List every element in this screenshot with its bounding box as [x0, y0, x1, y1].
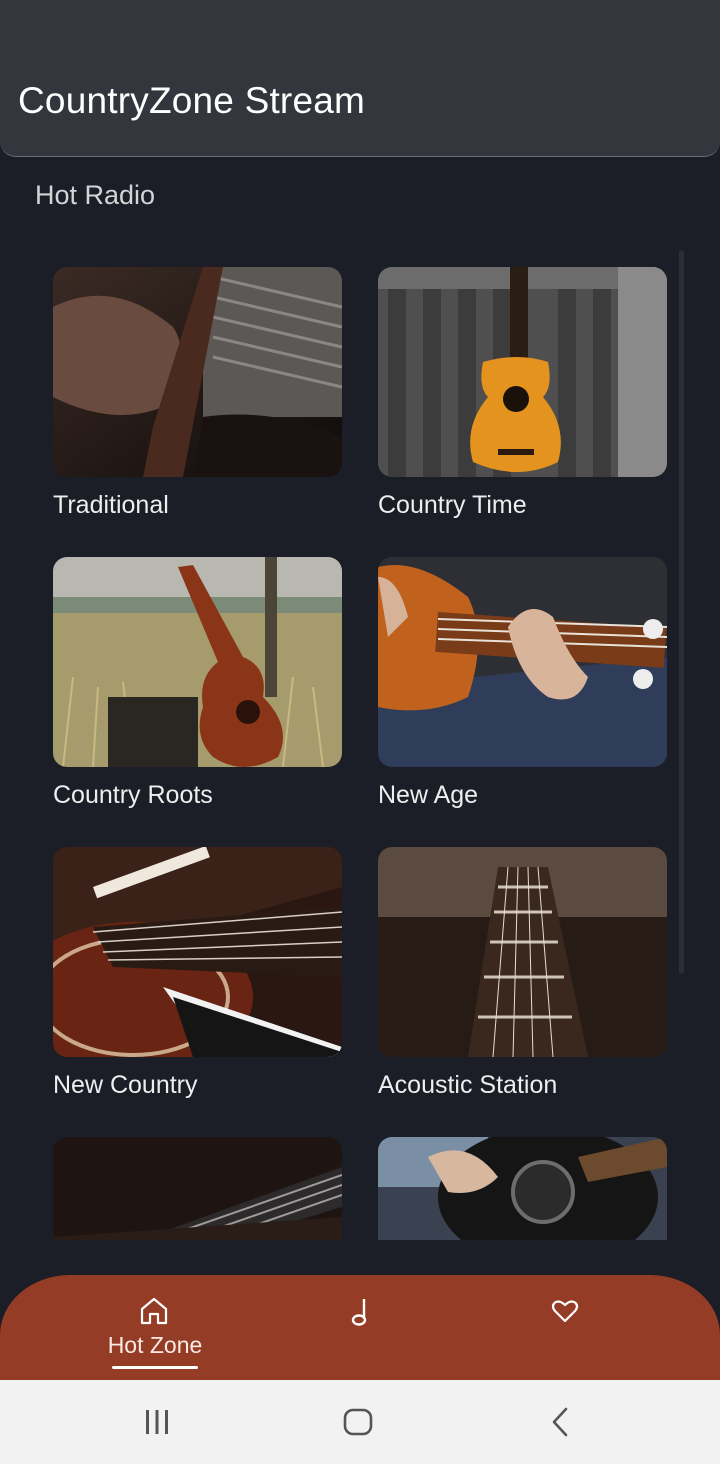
station-card-new-age[interactable]: New Age — [378, 557, 667, 810]
station-label: Acoustic Station — [378, 1071, 558, 1099]
station-label: Country Time — [378, 491, 527, 519]
station-label: Traditional — [53, 491, 169, 519]
system-navigation-bar — [0, 1380, 720, 1464]
station-label: New Country — [53, 1071, 198, 1099]
active-tab-indicator — [112, 1366, 198, 1369]
station-grid: Traditional Country Time Country Roots N… — [0, 240, 720, 1240]
station-thumbnail — [378, 557, 667, 767]
system-back-button[interactable] — [520, 1380, 600, 1464]
home-icon — [139, 1297, 169, 1330]
station-label: New Age — [378, 781, 479, 809]
recent-apps-button[interactable] — [116, 1380, 196, 1464]
system-home-button[interactable] — [317, 1380, 397, 1464]
station-card[interactable] — [378, 1137, 667, 1240]
home-circle-icon — [343, 1408, 373, 1441]
station-thumbnail — [53, 267, 342, 477]
recent-apps-icon — [144, 1409, 170, 1440]
station-thumbnail — [378, 847, 667, 1057]
app-title: CountryZone Stream — [18, 80, 366, 121]
bottom-navigation: Hot Zone — [0, 1275, 720, 1380]
station-thumbnail — [378, 267, 667, 477]
station-card-country-roots[interactable]: Country Roots — [53, 557, 342, 810]
station-card-country-time[interactable]: Country Time — [378, 267, 667, 520]
heart-icon — [551, 1299, 579, 1328]
nav-item-favorites[interactable] — [525, 1275, 605, 1380]
nav-label: Hot Zone — [107, 1332, 203, 1358]
section-title: Hot Radio — [35, 180, 156, 210]
station-card-acoustic-station[interactable]: Acoustic Station — [378, 847, 667, 1100]
station-card-new-country[interactable]: New Country — [53, 847, 342, 1100]
music-note-icon — [350, 1297, 372, 1332]
station-thumbnail — [53, 1137, 342, 1240]
nav-item-hot-zone[interactable]: Hot Zone — [95, 1275, 215, 1380]
station-card[interactable] — [53, 1137, 342, 1240]
station-card-traditional[interactable]: Traditional — [53, 267, 342, 520]
nav-item-music[interactable] — [320, 1275, 400, 1380]
back-icon — [550, 1407, 570, 1442]
app-header: CountryZone Stream — [0, 0, 720, 157]
station-thumbnail — [53, 557, 342, 767]
station-thumbnail — [378, 1137, 667, 1240]
station-thumbnail — [53, 847, 342, 1057]
station-label: Country Roots — [53, 781, 213, 809]
